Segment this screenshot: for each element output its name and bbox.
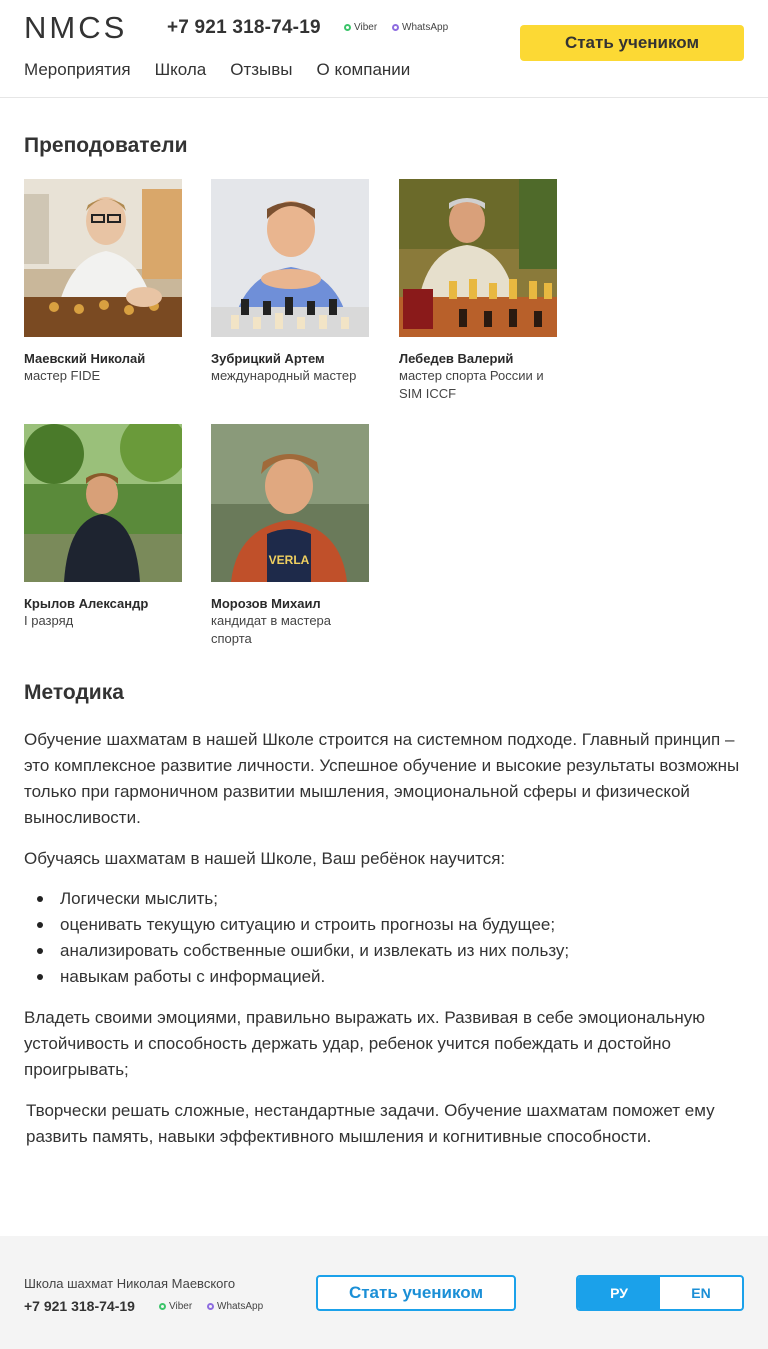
teacher-name: Морозов Михаил (211, 596, 321, 611)
lang-en-button[interactable]: EN (660, 1277, 742, 1309)
main-nav: Мероприятия Школа Отзывы О компании (24, 60, 410, 80)
skills-list: Логически мыслить; оценивать текущую сит… (24, 886, 744, 990)
language-switcher: РУ EN (576, 1275, 744, 1311)
become-student-button[interactable]: Стать учеником (520, 25, 744, 61)
teacher-name: Крылов Александр (24, 596, 149, 611)
method-paragraph: Обучаясь шахматам в нашей Школе, Ваш реб… (24, 849, 506, 868)
teacher-photo (24, 179, 182, 337)
nav-item-events[interactable]: Мероприятия (24, 60, 131, 80)
teacher-card[interactable]: VERLA Морозов Михаил кандидат в мастера … (211, 424, 369, 648)
nav-item-reviews[interactable]: Отзывы (230, 60, 292, 80)
teacher-rank: мастер спорта России и SIM ICCF (399, 368, 544, 401)
footer-become-student-button[interactable]: Стать учеником (316, 1275, 516, 1311)
viber-dot-icon (344, 24, 351, 31)
teachers-title: Преподователи (24, 134, 188, 157)
site-footer: Школа шахмат Николая Маевского +7 921 31… (0, 1236, 768, 1349)
whatsapp-dot-icon (392, 24, 399, 31)
teacher-card[interactable]: Маевский Николай мастер FIDE (24, 179, 182, 385)
nav-item-school[interactable]: Школа (155, 60, 207, 80)
teacher-name: Лебедев Валерий (399, 351, 514, 366)
teacher-photo (399, 179, 557, 337)
list-item: анализировать собственные ошибки, и извл… (24, 938, 744, 964)
method-title: Методика (24, 681, 124, 704)
lang-ru-button[interactable]: РУ (578, 1277, 660, 1309)
viber-link[interactable]: Viber (344, 22, 377, 33)
teacher-card[interactable]: Зубрицкий Артем международный мастер (211, 179, 369, 385)
logo[interactable]: NMCS (24, 10, 127, 46)
teacher-photo (211, 179, 369, 337)
teacher-rank: мастер FIDE (24, 368, 101, 383)
header-phone[interactable]: +7 921 318-74-19 (167, 17, 321, 39)
footer-phone[interactable]: +7 921 318-74-19 (24, 1298, 135, 1314)
whatsapp-link[interactable]: WhatsApp (392, 22, 448, 33)
teacher-name: Зубрицкий Артем (211, 351, 325, 366)
method-paragraph: Владеть своими эмоциями, правильно выраж… (24, 1008, 705, 1079)
viber-label: Viber (354, 22, 378, 33)
teacher-card[interactable]: Лебедев Валерий мастер спорта России и S… (399, 179, 557, 403)
whatsapp-link[interactable]: WhatsApp (207, 1301, 263, 1312)
whatsapp-label: WhatsApp (402, 22, 449, 33)
teacher-rank: I разряд (24, 613, 74, 628)
list-item: навыкам работы с информацией. (24, 964, 744, 990)
viber-link[interactable]: Viber (159, 1301, 192, 1312)
teacher-photo (24, 424, 182, 582)
teacher-card[interactable]: Крылов Александр I разряд (24, 424, 182, 630)
svg-text:VERLA: VERLA (269, 553, 310, 567)
teacher-photo: VERLA (211, 424, 369, 582)
teacher-rank: международный мастер (211, 368, 357, 383)
whatsapp-dot-icon (207, 1303, 214, 1310)
method-paragraph: Творчески решать сложные, нестандартные … (26, 1101, 715, 1146)
list-item: Логически мыслить; (24, 886, 744, 912)
teacher-name: Маевский Николай (24, 351, 146, 366)
viber-dot-icon (159, 1303, 166, 1310)
list-item: оценивать текущую ситуацию и строить про… (24, 912, 744, 938)
viber-label: Viber (169, 1301, 193, 1312)
method-paragraph: Обучение шахматам в нашей Школе строится… (24, 730, 740, 827)
nav-item-about[interactable]: О компании (317, 60, 411, 80)
teacher-rank: кандидат в мастера спорта (211, 613, 332, 646)
whatsapp-label: WhatsApp (217, 1301, 264, 1312)
footer-school-name: Школа шахмат Николая Маевского (24, 1276, 236, 1291)
site-header: NMCS +7 921 318-74-19 Viber WhatsApp Ста… (0, 0, 768, 98)
